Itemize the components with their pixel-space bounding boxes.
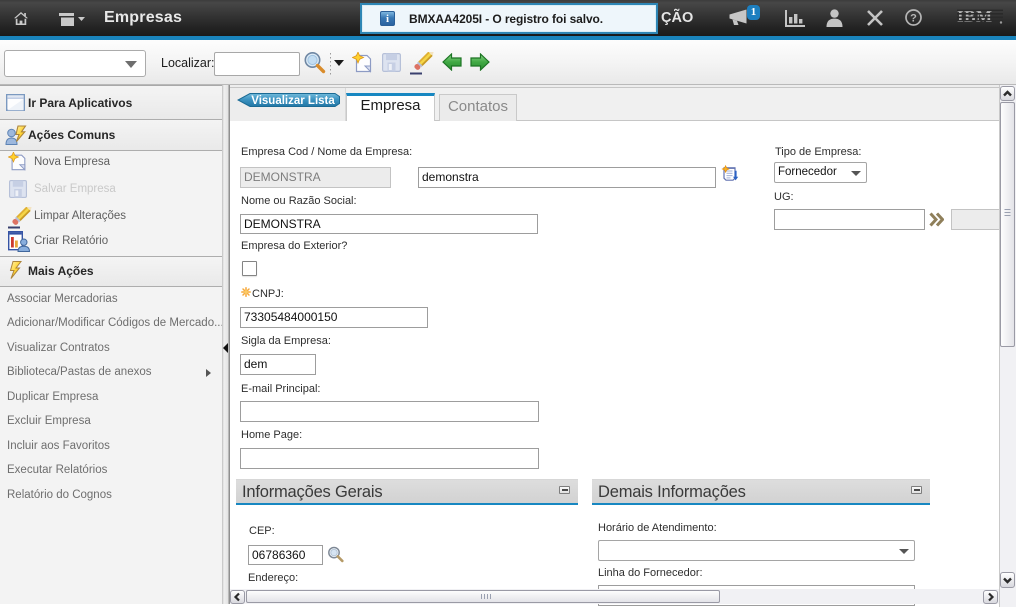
svg-text:Visualizar Lista: Visualizar Lista [251,95,335,107]
svg-text:?: ? [910,13,917,25]
